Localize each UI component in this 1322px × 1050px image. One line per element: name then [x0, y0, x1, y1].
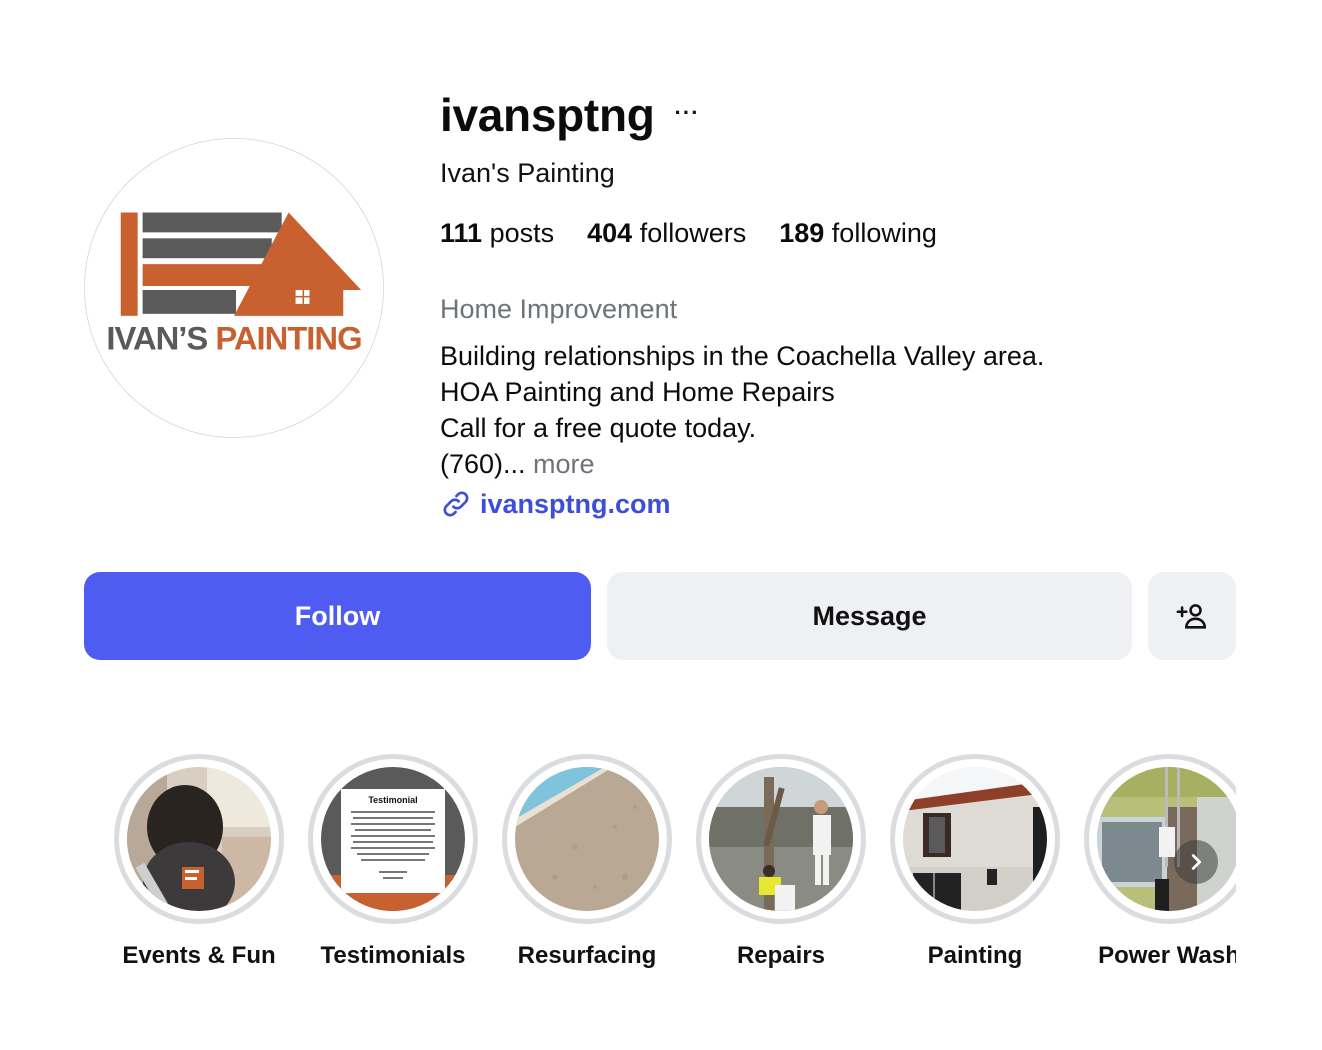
highlight-label: Power Wash	[1098, 942, 1236, 969]
bio-more-link[interactable]: more	[526, 449, 595, 479]
highlight-painting[interactable]: Painting	[860, 754, 1060, 984]
highlight-repairs[interactable]: Repairs	[666, 754, 866, 984]
story-highlights: Events & Fun Testimonial Testimonials Re…	[0, 754, 1236, 984]
bio-line: HOA Painting and Home Repairs	[440, 377, 835, 407]
bio-truncated-text: (760)...	[440, 449, 526, 479]
highlight-label: Resurfacing	[517, 942, 657, 969]
followers-label: followers	[632, 218, 747, 248]
profile-page: IVAN’S PAINTING ivansptng ··· Ivan's Pai…	[0, 0, 1322, 1050]
following-number: 189	[779, 218, 825, 248]
profile-stats: 111 posts 404 followers 189 following	[440, 218, 970, 249]
highlight-label: Painting	[927, 942, 1023, 969]
highlight-cover-image	[127, 767, 271, 911]
highlight-resurfacing[interactable]: Resurfacing	[472, 754, 672, 984]
highlight-ring: Testimonial	[308, 754, 478, 924]
highlight-testimonials[interactable]: Testimonial Testimonials	[278, 754, 478, 984]
highlight-cover-image	[1097, 767, 1236, 911]
testimonial-card-title: Testimonial	[368, 795, 417, 805]
full-name: Ivan's Painting	[440, 158, 615, 188]
website-link[interactable]: ivansptng.com	[440, 488, 671, 520]
highlight-ring	[696, 754, 866, 924]
highlight-cover-image	[709, 767, 853, 911]
highlight-label: Events & Fun	[122, 942, 276, 969]
username-row: ivansptng ···	[440, 88, 700, 142]
follow-button[interactable]: Follow	[84, 572, 591, 660]
highlight-label: Testimonials	[320, 942, 466, 969]
add-person-icon	[1176, 604, 1207, 629]
highlight-ring	[890, 754, 1060, 924]
highlights-next-button[interactable]	[1174, 840, 1218, 884]
followers-number: 404	[587, 218, 633, 248]
followers-count[interactable]: 404 followers	[587, 218, 746, 249]
posts-number: 111	[440, 218, 483, 248]
profile-avatar[interactable]: IVAN’S PAINTING	[84, 138, 384, 438]
highlight-cover-image	[903, 767, 1047, 911]
suggested-accounts-button[interactable]	[1148, 572, 1236, 660]
posts-label: posts	[482, 218, 555, 248]
posts-count[interactable]: 111 posts	[440, 218, 554, 249]
highlight-cover-image	[515, 767, 659, 911]
bio-line: Call for a free quote today.	[440, 413, 757, 443]
message-button[interactable]: Message	[607, 572, 1132, 660]
profile-bio: Building relationships in the Coachella …	[440, 338, 1044, 482]
highlight-events-fun[interactable]: Events & Fun	[84, 754, 284, 984]
profile-category: Home Improvement	[440, 294, 678, 324]
chevron-right-icon	[1191, 854, 1202, 870]
username: ivansptng	[440, 89, 655, 141]
more-options-icon[interactable]: ···	[675, 100, 700, 126]
highlight-ring	[502, 754, 672, 924]
highlight-label: Repairs	[736, 942, 826, 969]
svg-text:IVAN’S PAINTING: IVAN’S PAINTING	[106, 320, 361, 357]
following-count[interactable]: 189 following	[779, 218, 937, 249]
highlight-ring	[114, 754, 284, 924]
link-icon	[443, 491, 469, 517]
website-link-text: ivansptng.com	[480, 488, 671, 519]
ivans-painting-logo: IVAN’S PAINTING	[85, 139, 383, 437]
following-label: following	[824, 218, 937, 248]
highlight-cover-image: Testimonial	[321, 767, 465, 911]
bio-line-truncated: (760)... more	[440, 446, 1044, 482]
highlight-ring	[1084, 754, 1236, 924]
bio-line: Building relationships in the Coachella …	[440, 341, 1045, 371]
